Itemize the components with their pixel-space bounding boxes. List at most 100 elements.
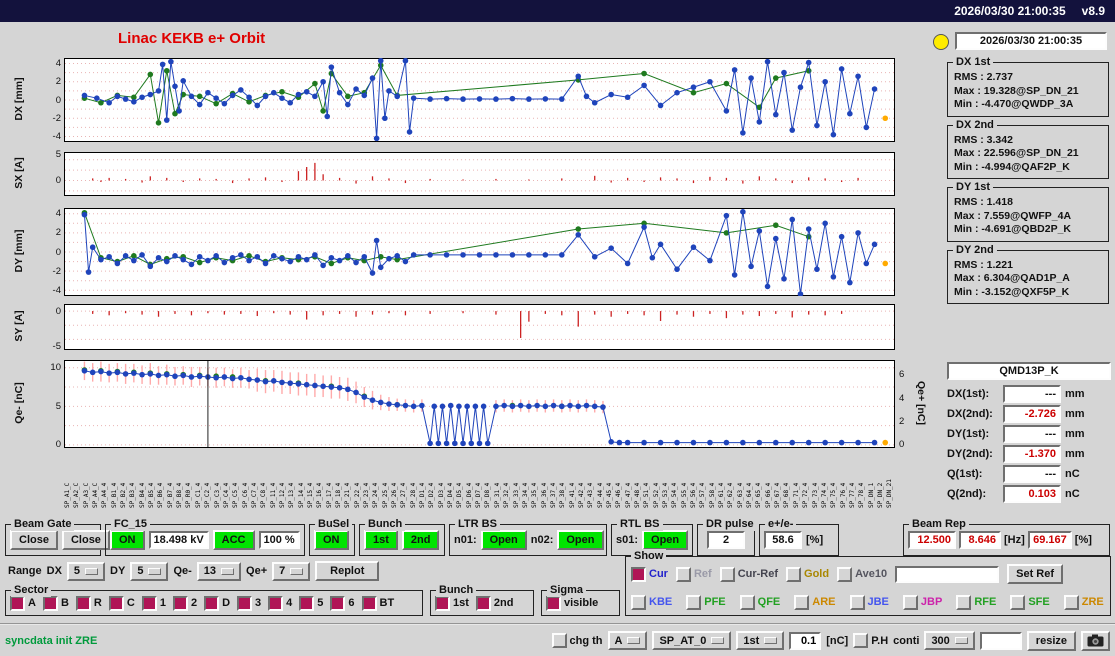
rfe-checkbox[interactable] [956,594,972,610]
check-a[interactable]: A [10,595,36,611]
r-checkbox[interactable] [75,595,91,611]
1st-checkbox[interactable] [435,595,450,611]
check-rfe[interactable]: RFE [956,594,996,610]
ph-checkbox[interactable] [853,633,869,648]
bt-checkbox[interactable] [361,595,377,611]
check-jbe[interactable]: JBE [849,594,889,610]
ltr-bs-n01-open-button[interactable]: Open [480,530,527,550]
check-3[interactable]: 3 [237,595,261,611]
b-checkbox[interactable] [42,595,58,611]
6-checkbox[interactable] [330,595,346,611]
sy-axis-label: SY [A] [13,310,25,342]
check-sfe[interactable]: SFE [1010,594,1050,610]
beam-gate-close1-button[interactable]: Close [10,530,58,550]
bpm-select-dropdown[interactable]: SP_AT_0 [652,631,732,650]
check-ave10[interactable]: Ave10 [837,566,887,582]
check-kbe[interactable]: KBE [631,594,672,610]
2-checkbox[interactable] [172,595,188,611]
qfe-checkbox[interactable] [739,594,755,610]
check-are[interactable]: ARE [794,594,836,610]
axis-tick: 5 [55,149,61,161]
check-ref[interactable]: Ref [675,566,712,582]
2nd-checkbox[interactable] [475,595,491,611]
check-1[interactable]: 1 [141,595,166,611]
ltr-bs-n02-open-button[interactable]: Open [557,530,604,550]
ave10-checkbox[interactable] [837,566,853,582]
ref-name-field[interactable] [895,565,1000,583]
threshold-field[interactable] [789,631,822,650]
dy-plot-canvas[interactable] [64,208,895,296]
check-r[interactable]: R [75,595,102,611]
jbp-checkbox[interactable] [902,594,918,610]
interval-dropdown[interactable]: 300 [924,631,975,650]
ph-check[interactable]: P.H [853,633,888,648]
chg-th-checkbox[interactable] [551,633,567,648]
d-checkbox[interactable] [204,595,220,611]
kbe-checkbox[interactable] [631,594,646,610]
a-checkbox[interactable] [10,595,25,611]
check-visible[interactable]: visible [546,595,598,611]
check-1st[interactable]: 1st [435,595,469,611]
check-bt[interactable]: BT [361,595,394,611]
check-4[interactable]: 4 [268,595,292,611]
resize-button[interactable]: resize [1026,630,1076,651]
busel-on-button[interactable]: ON [314,530,349,550]
range-dx-dropdown[interactable]: 5 [66,561,106,581]
check-qfe[interactable]: QFE [739,594,780,610]
range-qe--dropdown[interactable]: 13 [196,561,242,581]
sx-plot-canvas[interactable] [64,152,895,196]
bpm-detail-unit: mm [1065,408,1085,420]
are-checkbox[interactable] [794,594,810,610]
4-checkbox[interactable] [268,595,284,611]
fc15-on-button[interactable]: ON [110,530,145,550]
range-dy-dropdown[interactable]: 5 [130,561,169,581]
sy-plot-canvas[interactable] [64,304,895,350]
jbe-checkbox[interactable] [849,594,865,610]
1-checkbox[interactable] [141,595,157,611]
check-jbp[interactable]: JBP [902,594,942,610]
sfe-checkbox[interactable] [1010,594,1026,610]
3-checkbox[interactable] [237,595,253,611]
beam-gate-close2-button[interactable]: Close [61,530,110,550]
check-label: 1 [159,597,166,609]
ref-checkbox[interactable] [675,566,691,582]
chg-th-check[interactable]: chg th [551,633,603,648]
visible-checkbox[interactable] [546,595,561,611]
5-checkbox[interactable] [299,595,315,611]
bunch-1st-button[interactable]: 1st [364,530,398,550]
rtl-bs-s01-open-button[interactable]: Open [642,530,689,550]
check-d[interactable]: D [204,595,230,611]
c-checkbox[interactable] [108,595,124,611]
check-5[interactable]: 5 [299,595,323,611]
check-pfe[interactable]: PFE [686,594,726,610]
pfe-checkbox[interactable] [686,594,702,610]
cur-ref-checkbox[interactable] [719,566,735,582]
check-cur-ref[interactable]: Cur-Ref [719,566,778,582]
check-b[interactable]: B [42,595,69,611]
axis-tick: -5 [52,340,61,352]
zre-checkbox[interactable] [1063,594,1079,610]
check-2[interactable]: 2 [172,595,197,611]
range-qe+-dropdown[interactable]: 7 [272,561,311,581]
check-zre[interactable]: ZRE [1063,594,1104,610]
extra-field[interactable] [979,631,1022,650]
q-plot-canvas[interactable] [64,360,895,448]
cur-checkbox[interactable] [631,566,646,582]
dx-plot-canvas[interactable] [64,58,895,142]
range-value: 7 [279,565,286,577]
check-cur[interactable]: Cur [631,566,668,582]
check-2nd[interactable]: 2nd [475,595,513,611]
gold-checkbox[interactable] [786,566,802,582]
set-ref-button[interactable]: Set Ref [1007,564,1064,585]
replot-button[interactable]: Replot [315,561,380,581]
dr-pulse-field[interactable]: 2 [707,531,745,549]
bunch-2nd-button[interactable]: 2nd [401,530,440,550]
screenshot-button[interactable] [1081,630,1110,651]
fc15-acc-button[interactable]: ACC [212,530,255,550]
check-6[interactable]: 6 [330,595,355,611]
check-gold[interactable]: Gold [786,566,829,582]
check-c[interactable]: C [108,595,135,611]
bunch-select-dropdown[interactable]: A [607,631,648,650]
bpm-label: SP_DN_2 [876,482,884,508]
bunch-order-dropdown[interactable]: 1st [736,631,785,650]
